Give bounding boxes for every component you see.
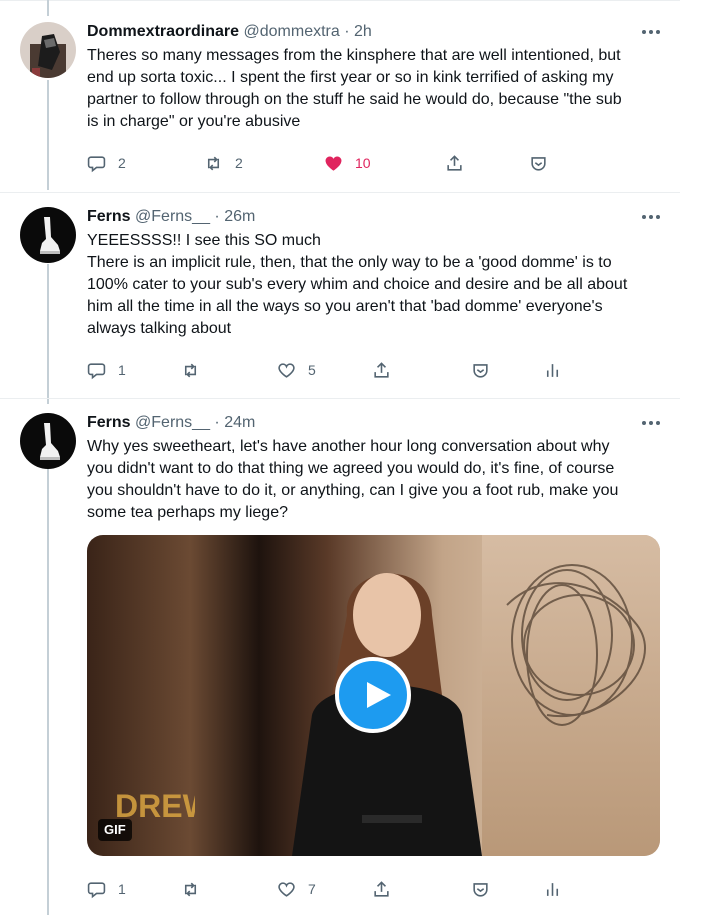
action-bar: 1 5 [87,359,677,381]
share-upload-icon [374,880,389,897]
reply-count: 1 [118,881,126,897]
tweet-header: Ferns @Ferns__ · 24m [87,413,255,433]
user-handle[interactable]: @dommextra [244,23,340,40]
shield-tip-icon [531,156,546,171]
reply-button[interactable]: 1 [87,878,126,900]
like-button[interactable]: 10 [324,152,371,174]
timestamp[interactable]: · 26m [214,208,255,225]
bar-chart-icon [546,882,559,896]
tweet-text-line: you didn't want to do that thing we agre… [87,460,615,477]
tweet-text-line: is in charge" or you're abusive [87,113,301,130]
speech-bubble-icon [87,362,106,379]
tweet-text-line: There is an implicit rule, then, that th… [87,254,612,271]
retweet-arrows-icon [184,882,197,896]
tweet-text-line: always talking about [87,320,232,337]
tweet-text: Theres so many messages from the kinsphe… [87,45,662,133]
tweet-text-line: 100% cater to your sub's every whim and … [87,276,628,293]
heart-icon [278,881,295,897]
speech-bubble-icon [87,881,106,898]
retweet-arrows-icon [184,363,197,377]
tweet-text: YEEESSSS!! I see this SO much There is a… [87,230,662,340]
tweet-text-line: YEEESSSS!! I see this SO much [87,232,321,249]
heart-icon [278,362,295,378]
tweet-text-line: Theres so many messages from the kinsphe… [87,47,621,64]
tweet-text-line: him all the time in all the ways so you … [87,298,603,315]
gif-badge: GIF [98,819,132,841]
bar-chart-icon [546,363,559,377]
analytics-button[interactable] [543,878,562,900]
tip-button[interactable] [471,878,490,900]
action-bar: 1 7 [87,878,677,900]
user-handle[interactable]: @Ferns__ [135,414,210,431]
like-button[interactable]: 5 [277,359,316,381]
top-divider [0,0,680,1]
retweet-arrows-icon [207,156,220,170]
shield-tip-icon [473,363,488,378]
reply-count: 1 [118,362,126,378]
avatar[interactable] [20,207,76,263]
tweet-divider [0,398,680,399]
timestamp[interactable]: · 24m [214,414,255,431]
retweet-button[interactable] [181,878,212,900]
like-count: 10 [355,155,371,171]
tweet-text-line: you shouldn't have to do it, or anything… [87,482,619,499]
tweet-header: Ferns @Ferns__ · 26m [87,207,255,227]
avatar[interactable] [20,413,76,469]
reply-count: 2 [118,155,126,171]
more-options-icon[interactable] [642,419,662,427]
play-icon [367,682,391,708]
retweet-button[interactable]: 2 [204,152,243,174]
retweet-button[interactable] [181,359,212,381]
share-upload-icon [374,361,389,378]
speech-bubble-icon [87,155,106,172]
reply-button[interactable]: 1 [87,359,126,381]
tweet-divider [0,192,680,193]
tip-button[interactable] [529,152,548,174]
display-name[interactable]: Ferns [87,208,131,225]
tweet-ferns-reply[interactable]: Ferns @Ferns__ · 26m YEEESSSS!! I see th… [0,207,680,387]
more-options-icon[interactable] [642,28,662,36]
tweet-text-line: some tea perhaps my liege? [87,504,288,521]
tweet-text-line: partner to follow through on the stuff h… [87,91,622,108]
wall-scribble-art [506,564,646,726]
tweet-header: Dommextraordinare @dommextra · 2h [87,22,372,42]
thread-line-top [47,0,49,16]
like-count: 7 [308,881,316,897]
timestamp[interactable]: · 2h [344,23,372,40]
tweet-text-line: Why yes sweetheart, let's have another h… [87,438,610,455]
share-button[interactable] [372,878,391,900]
analytics-button[interactable] [543,359,562,381]
retweet-count: 2 [235,155,243,171]
shield-tip-icon [473,882,488,897]
action-bar: 2 2 10 [87,152,677,174]
tweet-text-line: end up sorta toxic... I spent the first … [87,69,614,86]
heart-icon [325,155,342,171]
more-options-icon[interactable] [642,213,662,221]
display-name[interactable]: Dommextraordinare [87,23,239,40]
gif-media[interactable]: DREW GIF [87,535,660,856]
share-button[interactable] [372,359,391,381]
like-button[interactable]: 7 [277,878,316,900]
user-handle[interactable]: @Ferns__ [135,208,210,225]
tweet-dommextra[interactable]: Dommextraordinare @dommextra · 2h Theres… [0,22,680,182]
tip-button[interactable] [471,359,490,381]
avatar[interactable] [20,22,76,78]
share-upload-icon [447,154,462,171]
like-count: 5 [308,362,316,378]
tweet-text: Why yes sweetheart, let's have another h… [87,436,662,524]
play-button[interactable] [335,657,411,733]
reply-button[interactable]: 2 [87,152,126,174]
display-name[interactable]: Ferns [87,414,131,431]
share-button[interactable] [445,152,464,174]
